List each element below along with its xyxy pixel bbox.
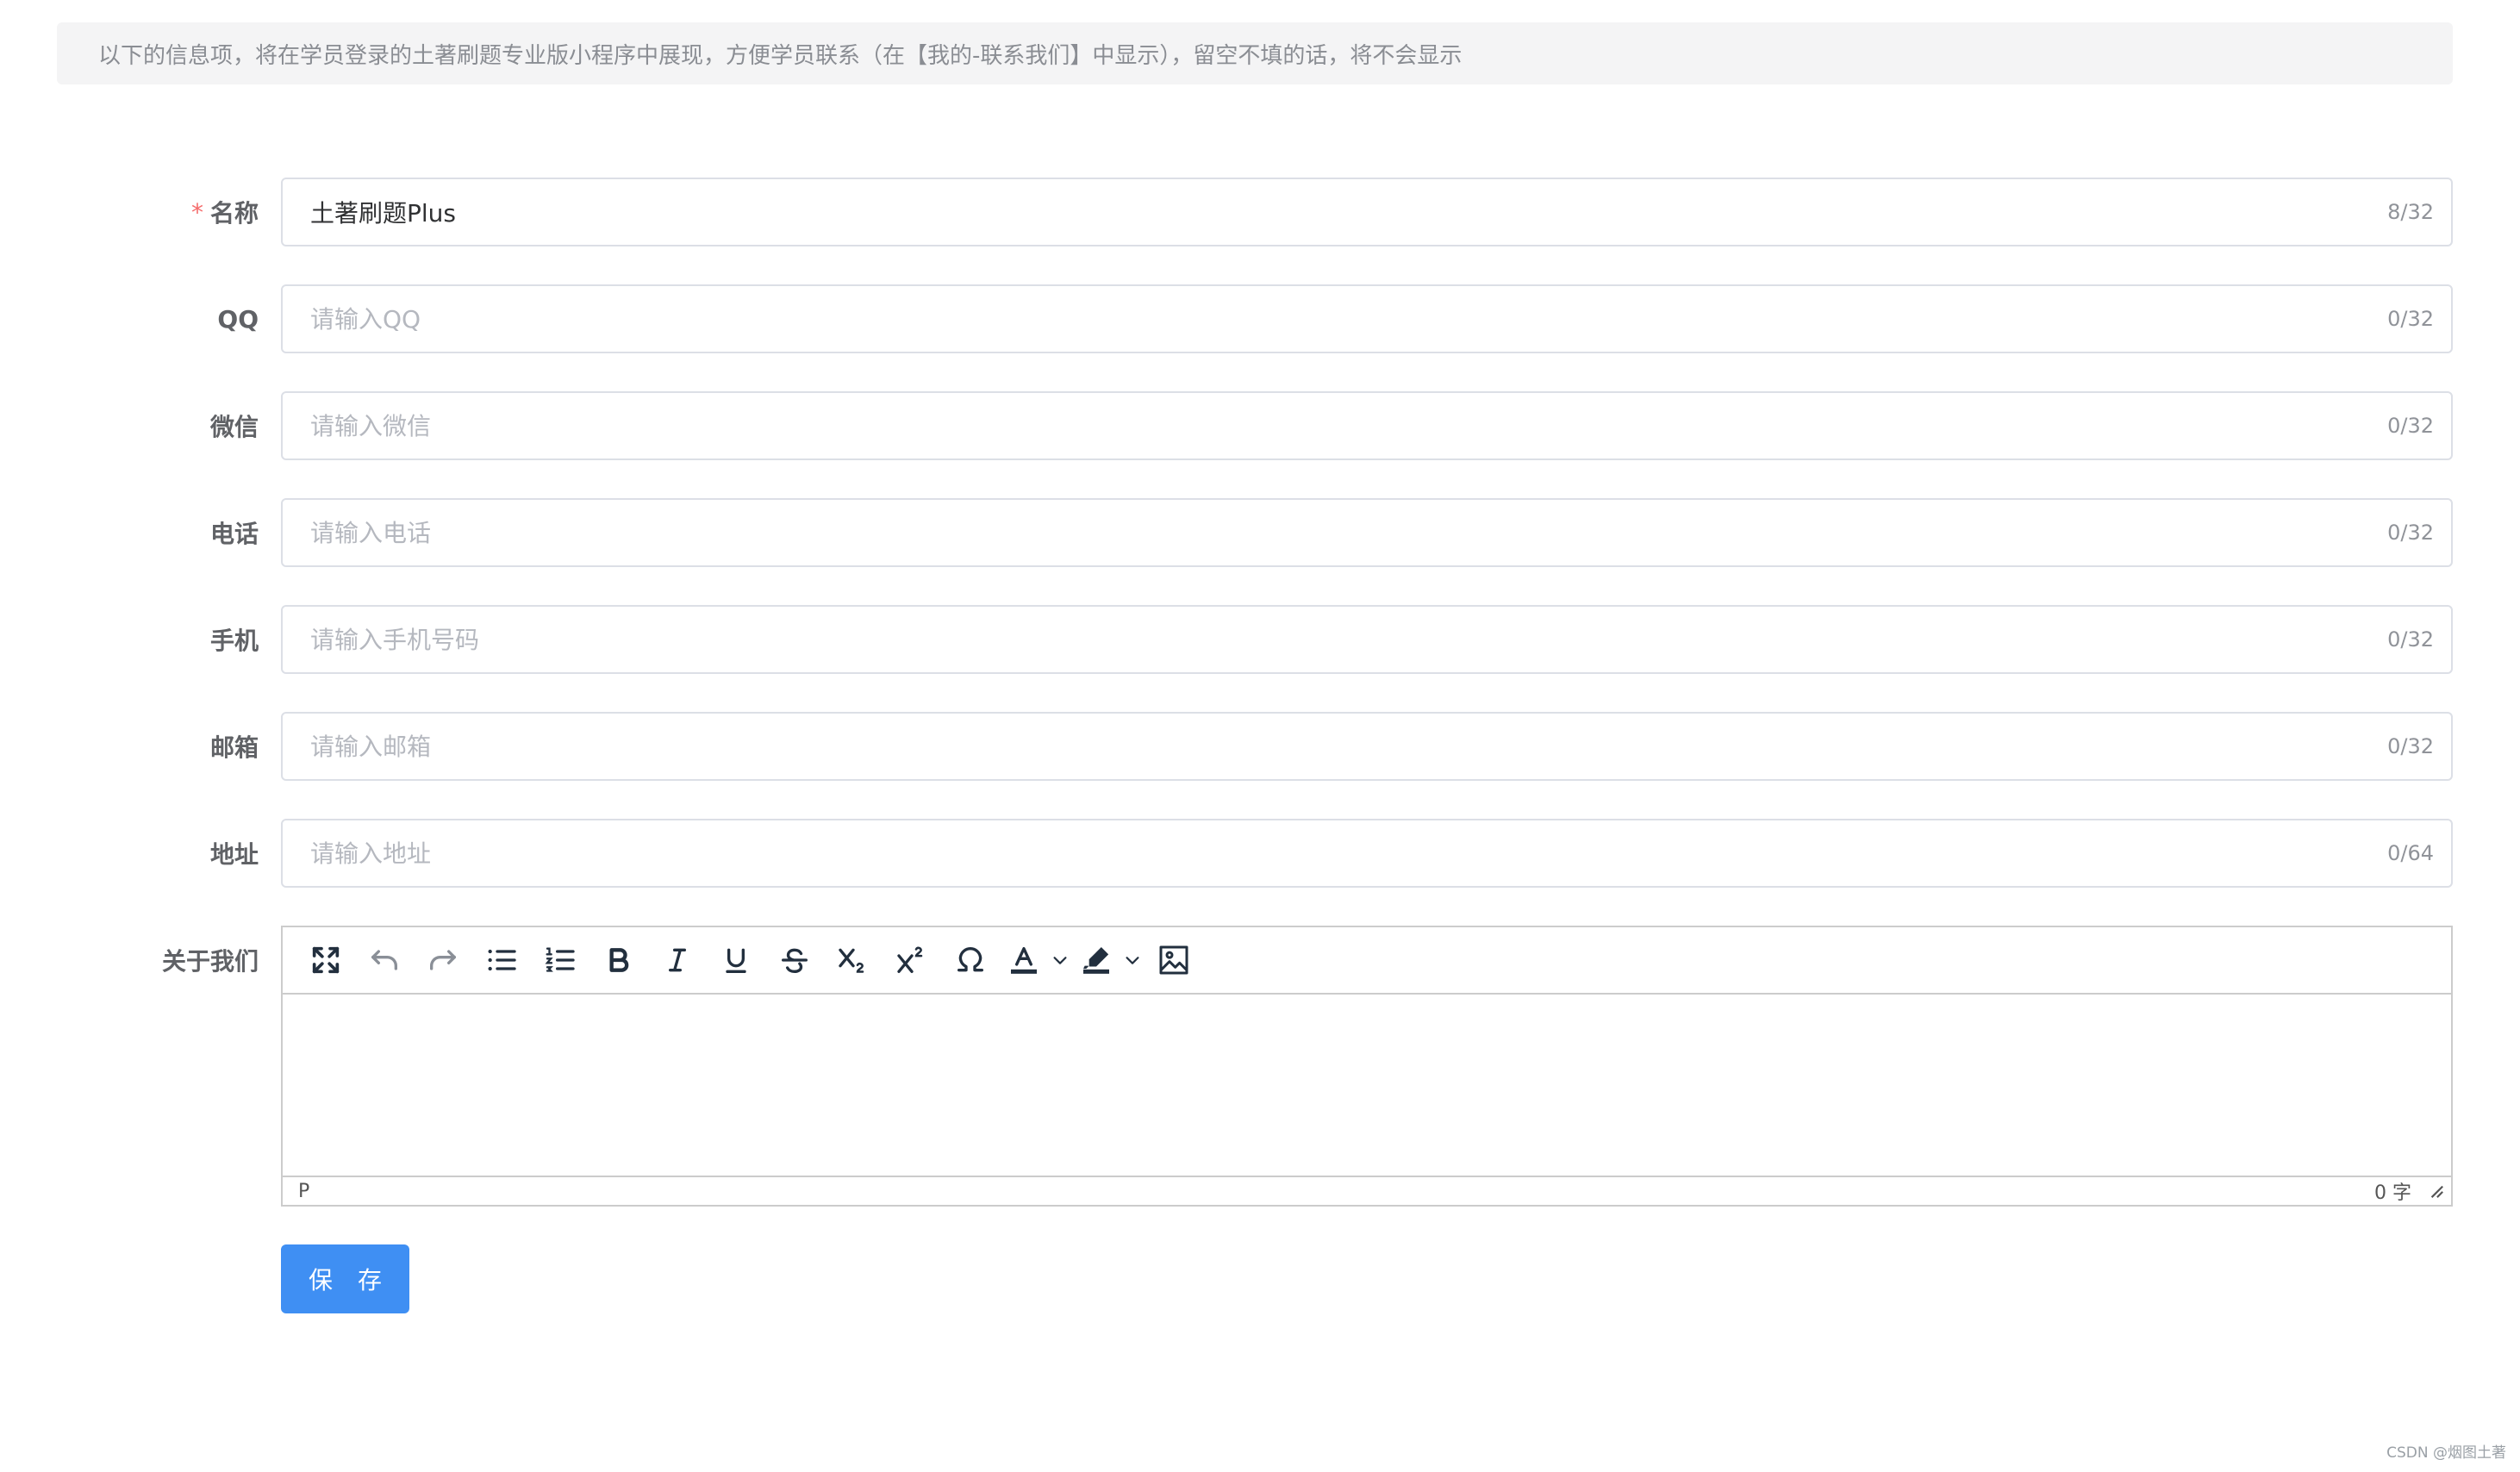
rich-text-editor: P 0 字 bbox=[281, 926, 2453, 1207]
qq-label: QQ bbox=[217, 304, 259, 334]
wechat-input-wrapper: 0/32 bbox=[281, 391, 2453, 460]
qq-input[interactable] bbox=[283, 286, 2388, 352]
info-notice: 以下的信息项，将在学员登录的土著刷题专业版小程序中展现，方便学员联系（在【我的-… bbox=[57, 22, 2453, 84]
editor-content-area[interactable] bbox=[283, 995, 2451, 1177]
name-input[interactable] bbox=[283, 179, 2388, 245]
name-input-wrapper: 8/32 bbox=[281, 178, 2453, 246]
mobile-input-wrapper: 0/32 bbox=[281, 605, 2453, 674]
bullet-list-icon[interactable] bbox=[472, 934, 531, 986]
italic-icon[interactable] bbox=[648, 934, 707, 986]
required-asterisk: * bbox=[190, 197, 203, 227]
mobile-counter: 0/32 bbox=[2387, 627, 2434, 652]
mobile-input[interactable] bbox=[283, 607, 2388, 672]
phone-label: 电话 bbox=[209, 520, 259, 548]
qq-input-wrapper: 0/32 bbox=[281, 284, 2453, 353]
undo-icon[interactable] bbox=[355, 934, 414, 986]
fullscreen-icon[interactable] bbox=[296, 934, 355, 986]
email-counter: 0/32 bbox=[2387, 734, 2434, 758]
resize-handle-icon[interactable] bbox=[2429, 1183, 2444, 1199]
strikethrough-icon[interactable] bbox=[765, 934, 824, 986]
numbered-list-icon[interactable] bbox=[531, 934, 589, 986]
watermark: CSDN @烟图土著 bbox=[2386, 1444, 2506, 1462]
form-item-name: * 名称 8/32 bbox=[0, 178, 2520, 246]
editor-statusbar: P 0 字 bbox=[283, 1176, 2451, 1205]
address-counter: 0/64 bbox=[2387, 841, 2434, 865]
wechat-label: 微信 bbox=[209, 413, 259, 441]
word-count[interactable]: 0 字 bbox=[2374, 1177, 2411, 1205]
mobile-label: 手机 bbox=[209, 627, 259, 655]
address-label: 地址 bbox=[209, 840, 259, 869]
bold-icon[interactable] bbox=[589, 934, 648, 986]
name-counter: 8/32 bbox=[2387, 200, 2434, 224]
form-item-phone: 电话 0/32 bbox=[0, 498, 2520, 567]
save-button[interactable]: 保 存 bbox=[281, 1244, 409, 1313]
address-input[interactable] bbox=[283, 820, 2388, 886]
redo-icon[interactable] bbox=[414, 934, 472, 986]
chevron-down-icon[interactable] bbox=[1120, 934, 1145, 986]
chevron-down-icon[interactable] bbox=[1048, 934, 1072, 986]
text-color-control bbox=[1000, 934, 1072, 986]
text-color-icon[interactable] bbox=[1000, 934, 1048, 986]
info-notice-text: 以下的信息项，将在学员登录的土著刷题专业版小程序中展现，方便学员联系（在【我的-… bbox=[98, 42, 1463, 69]
email-input[interactable] bbox=[283, 714, 2388, 779]
about-us-label: 关于我们 bbox=[161, 947, 259, 976]
settings-page: 以下的信息项，将在学员登录的土著刷题专业版小程序中展现，方便学员联系（在【我的-… bbox=[0, 0, 2520, 1472]
wechat-counter: 0/32 bbox=[2387, 414, 2434, 438]
image-icon[interactable] bbox=[1145, 934, 1203, 986]
form-item-address: 地址 0/64 bbox=[0, 819, 2520, 888]
qq-counter: 0/32 bbox=[2387, 307, 2434, 331]
form-item-mobile: 手机 0/32 bbox=[0, 605, 2520, 674]
editor-toolbar bbox=[283, 927, 2451, 995]
wechat-input[interactable] bbox=[283, 393, 2388, 458]
address-input-wrapper: 0/64 bbox=[281, 819, 2453, 888]
highlight-color-control bbox=[1072, 934, 1145, 986]
email-label: 邮箱 bbox=[209, 733, 259, 762]
form-item-email: 邮箱 0/32 bbox=[0, 712, 2520, 781]
subscript-icon[interactable] bbox=[824, 934, 883, 986]
name-label: * 名称 bbox=[190, 197, 259, 228]
highlight-color-icon[interactable] bbox=[1072, 934, 1120, 986]
form-item-wechat: 微信 0/32 bbox=[0, 391, 2520, 460]
email-input-wrapper: 0/32 bbox=[281, 712, 2453, 781]
special-character-icon[interactable] bbox=[941, 934, 1000, 986]
phone-counter: 0/32 bbox=[2387, 521, 2434, 545]
phone-input[interactable] bbox=[283, 500, 2388, 565]
underline-icon[interactable] bbox=[707, 934, 765, 986]
superscript-icon[interactable] bbox=[883, 934, 941, 986]
phone-input-wrapper: 0/32 bbox=[281, 498, 2453, 567]
form-item-qq: QQ 0/32 bbox=[0, 284, 2520, 353]
element-path[interactable]: P bbox=[298, 1181, 309, 1202]
